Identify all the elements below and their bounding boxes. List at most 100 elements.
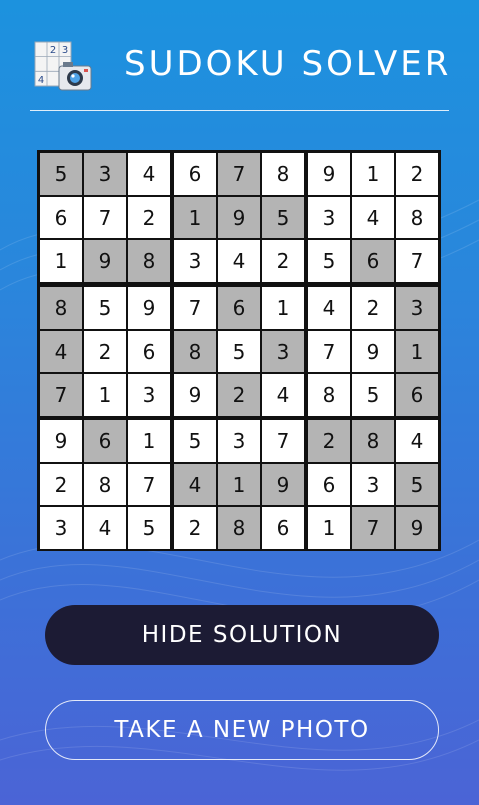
sudoku-cell: 2: [218, 374, 260, 417]
sudoku-cell: 3: [218, 420, 260, 462]
app-title: SUDOKU SOLVER: [124, 44, 452, 84]
sudoku-cell: 1: [174, 196, 216, 239]
sudoku-cell: 1: [308, 507, 350, 550]
app-header: 2 3 4 SUDOKU SOLVER: [0, 0, 479, 112]
sudoku-cell: 6: [262, 507, 304, 550]
sudoku-cell: 6: [308, 463, 350, 506]
sudoku-cell: 5: [262, 196, 304, 239]
sudoku-cell: 1: [40, 240, 82, 283]
sudoku-board: 5346721986781953429123485678594267137618…: [37, 150, 441, 551]
sudoku-cell: 4: [308, 287, 350, 329]
svg-text:3: 3: [62, 45, 68, 56]
sudoku-cell: 4: [352, 196, 394, 239]
sudoku-cell: 3: [84, 153, 126, 195]
sudoku-cell: 9: [84, 240, 126, 283]
sudoku-cell: 7: [174, 287, 216, 329]
sudoku-cell: 5: [352, 374, 394, 417]
sudoku-cell: 7: [84, 196, 126, 239]
sudoku-cell: 7: [308, 330, 350, 373]
sudoku-cell: 8: [218, 507, 260, 550]
header-divider: [30, 110, 449, 111]
sudoku-cell: 5: [174, 420, 216, 462]
sudoku-cell: 8: [396, 196, 438, 239]
sudoku-cell: 7: [128, 463, 170, 506]
sudoku-cell: 4: [174, 463, 216, 506]
sudoku-cell: 3: [262, 330, 304, 373]
sudoku-box: 859 426 713: [40, 287, 170, 417]
sudoku-cell: 8: [308, 374, 350, 417]
sudoku-cell: 9: [352, 330, 394, 373]
sudoku-cell: 9: [40, 420, 82, 462]
sudoku-cell: 2: [174, 507, 216, 550]
sudoku-cell: 8: [84, 463, 126, 506]
sudoku-cell: 3: [308, 196, 350, 239]
sudoku-cell: 5: [40, 153, 82, 195]
sudoku-cell: 4: [84, 507, 126, 550]
sudoku-cell: 1: [128, 420, 170, 462]
sudoku-cell: 4: [262, 374, 304, 417]
sudoku-cell: 1: [352, 153, 394, 195]
sudoku-cell: 5: [396, 463, 438, 506]
sudoku-cell: 1: [262, 287, 304, 329]
sudoku-cell: 6: [40, 196, 82, 239]
sudoku-box: 678 195 342: [174, 153, 304, 283]
sudoku-cell: 3: [128, 374, 170, 417]
sudoku-cell: 1: [218, 463, 260, 506]
sudoku-box: 534 672 198: [40, 153, 170, 283]
sudoku-cell: 2: [308, 420, 350, 462]
sudoku-cell: 8: [40, 287, 82, 329]
sudoku-cell: 5: [128, 507, 170, 550]
sudoku-camera-icon: 2 3 4: [33, 40, 93, 94]
sudoku-cell: 7: [40, 374, 82, 417]
sudoku-cell: 9: [262, 463, 304, 506]
hide-solution-button[interactable]: HIDE SOLUTION: [45, 605, 439, 665]
sudoku-cell: 3: [174, 240, 216, 283]
sudoku-cell: 9: [128, 287, 170, 329]
sudoku-cell: 5: [218, 330, 260, 373]
sudoku-cell: 3: [352, 463, 394, 506]
sudoku-cell: 7: [396, 240, 438, 283]
sudoku-cell: 2: [128, 196, 170, 239]
sudoku-cell: 3: [396, 287, 438, 329]
sudoku-cell: 9: [218, 196, 260, 239]
sudoku-cell: 1: [396, 330, 438, 373]
sudoku-cell: 4: [218, 240, 260, 283]
sudoku-cell: 2: [84, 330, 126, 373]
take-new-photo-button[interactable]: TAKE A NEW PHOTO: [45, 700, 439, 760]
sudoku-cell: 1: [84, 374, 126, 417]
svg-text:4: 4: [38, 75, 44, 86]
sudoku-cell: 2: [396, 153, 438, 195]
sudoku-box: 912 348 567: [308, 153, 438, 283]
sudoku-box: 537 419 286: [174, 420, 304, 550]
sudoku-cell: 3: [40, 507, 82, 550]
svg-text:2: 2: [50, 45, 56, 56]
sudoku-cell: 2: [352, 287, 394, 329]
sudoku-cell: 8: [262, 153, 304, 195]
sudoku-cell: 7: [218, 153, 260, 195]
sudoku-cell: 7: [352, 507, 394, 550]
sudoku-cell: 6: [174, 153, 216, 195]
sudoku-cell: 6: [128, 330, 170, 373]
sudoku-cell: 2: [40, 463, 82, 506]
sudoku-cell: 8: [174, 330, 216, 373]
sudoku-cell: 6: [84, 420, 126, 462]
sudoku-cell: 8: [352, 420, 394, 462]
sudoku-box: 423 791 856: [308, 287, 438, 417]
sudoku-cell: 4: [40, 330, 82, 373]
sudoku-cell: 2: [262, 240, 304, 283]
sudoku-box: 761 853 924: [174, 287, 304, 417]
sudoku-cell: 5: [84, 287, 126, 329]
sudoku-cell: 6: [396, 374, 438, 417]
sudoku-cell: 7: [262, 420, 304, 462]
sudoku-cell: 8: [128, 240, 170, 283]
sudoku-box: 961 287 345: [40, 420, 170, 550]
sudoku-cell: 4: [396, 420, 438, 462]
sudoku-cell: 6: [352, 240, 394, 283]
sudoku-cell: 9: [396, 507, 438, 550]
sudoku-box: 284 635 179: [308, 420, 438, 550]
sudoku-cell: 9: [174, 374, 216, 417]
sudoku-cell: 6: [218, 287, 260, 329]
sudoku-cell: 5: [308, 240, 350, 283]
sudoku-cell: 4: [128, 153, 170, 195]
sudoku-cell: 9: [308, 153, 350, 195]
